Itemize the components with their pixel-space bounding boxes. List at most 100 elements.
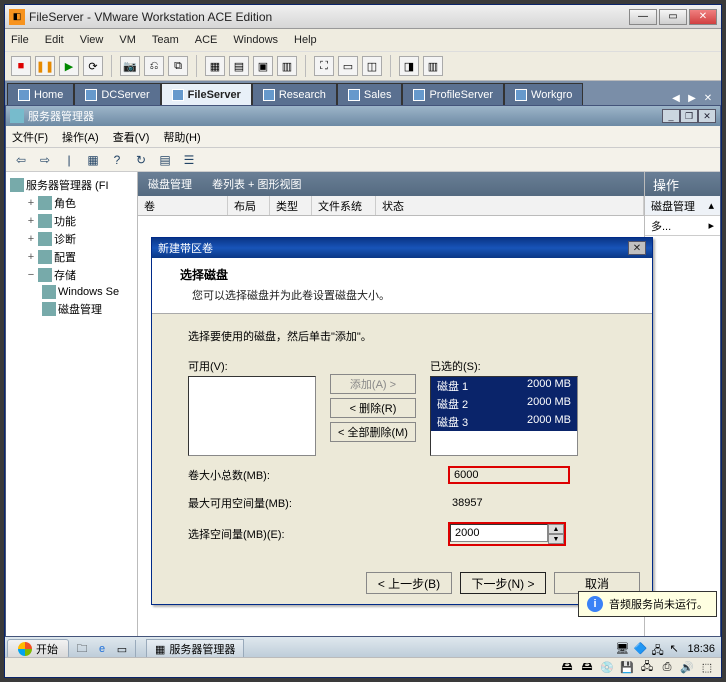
tree-disk-mgmt[interactable]: 磁盘管理 [8, 300, 135, 318]
taskbar-clock[interactable]: 18:36 [687, 643, 715, 655]
revert-icon[interactable]: ⎌ [144, 56, 164, 76]
tab-home[interactable]: Home [7, 83, 74, 105]
tree-root[interactable]: 服务器管理器 (FI [8, 176, 135, 194]
system-tray: 🖥 🔷 🖧 ↖ 18:36 [615, 642, 719, 656]
menu-ace[interactable]: ACE [195, 34, 218, 46]
srv-close-button[interactable]: ✕ [698, 109, 716, 123]
menu-edit[interactable]: Edit [45, 34, 64, 46]
status-cd-icon[interactable]: 💿 [599, 661, 615, 675]
tab-dcserver[interactable]: DCServer [74, 83, 160, 105]
manage-icon[interactable]: ⧉ [168, 56, 188, 76]
summary-icon[interactable]: ▥ [423, 56, 443, 76]
network-icon[interactable]: 🖧 [651, 642, 665, 656]
monitor-icon [515, 89, 527, 101]
help-icon[interactable]: ? [108, 151, 126, 169]
actions-sub[interactable]: 磁盘管理▴ [645, 196, 720, 216]
menu-file[interactable]: File [11, 34, 29, 46]
menu-help[interactable]: Help [294, 34, 317, 46]
tree-config[interactable]: +配置 [8, 248, 135, 266]
list-icon[interactable]: ▤ [156, 151, 174, 169]
status-hdd2-icon[interactable]: 🖴 [579, 661, 595, 675]
add-button[interactable]: 添加(A) > [330, 374, 416, 394]
remove-button[interactable]: < 删除(R) [330, 398, 416, 418]
menu-vm[interactable]: VM [119, 34, 136, 46]
explorer-icon[interactable]: 🗀 [73, 640, 91, 658]
select-space-input[interactable] [450, 524, 548, 542]
col-layout[interactable]: 布局 [228, 196, 270, 215]
forward-icon[interactable]: ⇨ [36, 151, 54, 169]
srv-menu-help[interactable]: 帮助(H) [163, 129, 200, 145]
available-listbox[interactable] [188, 376, 316, 456]
tray-icon-1[interactable]: 🖥 [615, 642, 629, 656]
tree-storage[interactable]: −存储 [8, 266, 135, 284]
tool-icon-4[interactable]: ▥ [277, 56, 297, 76]
srv-minimize-button[interactable]: _ [662, 109, 680, 123]
status-floppy-icon[interactable]: 💾 [619, 661, 635, 675]
reset-icon[interactable]: ⟳ [83, 56, 103, 76]
srv-menu-file[interactable]: 文件(F) [12, 129, 48, 145]
tab-research[interactable]: Research [252, 83, 337, 105]
tab-right-icon[interactable]: ▶ [685, 91, 699, 105]
maximize-button[interactable]: ▭ [659, 9, 687, 25]
tab-workgroup[interactable]: Workgro [504, 83, 583, 105]
tab-profileserver[interactable]: ProfileServer [402, 83, 504, 105]
status-sound-icon[interactable]: 🔊 [679, 661, 695, 675]
menu-team[interactable]: Team [152, 34, 179, 46]
spin-up-icon[interactable]: ▲ [548, 524, 564, 534]
remove-all-button[interactable]: < 全部删除(M) [330, 422, 416, 442]
minimize-button[interactable]: — [629, 9, 657, 25]
col-type[interactable]: 类型 [270, 196, 312, 215]
col-status[interactable]: 状态 [376, 196, 644, 215]
spin-down-icon[interactable]: ▼ [548, 534, 564, 544]
tab-close-icon[interactable]: ✕ [701, 91, 715, 105]
menu-windows[interactable]: Windows [233, 34, 278, 46]
nav-tree[interactable]: 服务器管理器 (FI +角色 +功能 +诊断 +配置 −存储 Windows S… [6, 172, 138, 636]
ie-icon[interactable]: e [93, 640, 111, 658]
start-button[interactable]: 开始 [7, 639, 69, 659]
taskbar-item-servermgr[interactable]: ▦ 服务器管理器 [146, 639, 244, 659]
tab-left-icon[interactable]: ◀ [669, 91, 683, 105]
selected-listbox[interactable]: 磁盘 12000 MB 磁盘 22000 MB 磁盘 32000 MB [430, 376, 578, 456]
desktop-icon[interactable]: ▭ [113, 640, 131, 658]
tree-roles[interactable]: +角色 [8, 194, 135, 212]
back-button[interactable]: < 上一步(B) [366, 572, 452, 594]
tool-icon-2[interactable]: ▤ [229, 56, 249, 76]
sidebar-icon[interactable]: ◨ [399, 56, 419, 76]
back-icon[interactable]: ⇦ [12, 151, 30, 169]
srv-menu-action[interactable]: 操作(A) [62, 129, 99, 145]
tray-icon-2[interactable]: 🔷 [633, 642, 647, 656]
select-space-spinner[interactable]: ▲▼ [448, 522, 566, 546]
unity-icon[interactable]: ▭ [338, 56, 358, 76]
tree-diagnostics[interactable]: +诊断 [8, 230, 135, 248]
play-icon[interactable]: ▶ [59, 56, 79, 76]
next-button[interactable]: 下一步(N) > [460, 572, 546, 594]
dialog-close-button[interactable]: ✕ [628, 241, 646, 255]
tool-icon-3[interactable]: ▣ [253, 56, 273, 76]
status-grab-icon[interactable]: ⬚ [699, 661, 715, 675]
snapshot-icon[interactable]: 📷 [120, 56, 140, 76]
notification-balloon[interactable]: i 音频服务尚未运行。 [578, 591, 717, 617]
tab-fileserver[interactable]: FileServer [161, 83, 252, 105]
stop-icon[interactable]: ■ [11, 56, 31, 76]
tool-icon-1[interactable]: ▦ [205, 56, 225, 76]
col-volume[interactable]: 卷 [138, 196, 228, 215]
srv-restore-button[interactable]: ❐ [680, 109, 698, 123]
status-usb-icon[interactable]: ⎙ [659, 661, 675, 675]
quickview-icon[interactable]: ◫ [362, 56, 382, 76]
srv-menu-view[interactable]: 查看(V) [113, 129, 150, 145]
pause-icon[interactable]: ❚❚ [35, 56, 55, 76]
tree-windows-backup[interactable]: Windows Se [8, 284, 135, 300]
view-icon[interactable]: ☰ [180, 151, 198, 169]
menu-view[interactable]: View [80, 34, 104, 46]
actions-more[interactable]: 多...▸ [645, 216, 720, 236]
tree-features[interactable]: +功能 [8, 212, 135, 230]
folder-icon [38, 214, 52, 228]
status-net-icon[interactable]: 🖧 [639, 661, 655, 675]
status-hdd-icon[interactable]: 🖴 [559, 661, 575, 675]
tab-sales[interactable]: Sales [337, 83, 403, 105]
fullscreen-icon[interactable]: ⛶ [314, 56, 334, 76]
col-fs[interactable]: 文件系统 [312, 196, 376, 215]
filter-icon[interactable]: ▦ [84, 151, 102, 169]
close-button[interactable]: ✕ [689, 9, 717, 25]
refresh-icon[interactable]: ↻ [132, 151, 150, 169]
